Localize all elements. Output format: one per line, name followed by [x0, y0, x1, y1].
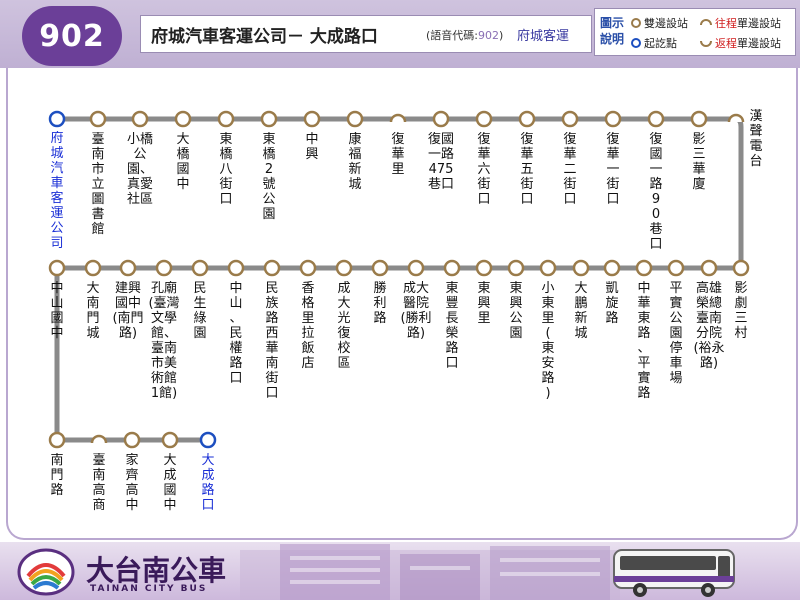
stop-30-label: 香格里拉飯店 [301, 281, 315, 371]
stop-34-label: 孔廟(臺灣文學館、臺南市美術館1館) [148, 281, 180, 401]
stop-18-marker [700, 259, 718, 277]
stop-12-label: 復華二街口 [563, 132, 577, 207]
stop-10-label: 復華六街口 [477, 132, 491, 207]
stop-27-marker [407, 259, 425, 277]
stop-6-marker [303, 110, 321, 128]
stop-8-outbound-marker [389, 113, 407, 123]
stop-11-label: 復華五街口 [520, 132, 534, 207]
stop-42-label: 大成路口 [201, 453, 215, 513]
stop-13-label: 復華一街口 [606, 132, 620, 207]
stop-24-label: 東興公園 [509, 281, 523, 341]
stop-17-label: 影劇三村 [734, 281, 748, 341]
stop-38-marker [48, 431, 66, 449]
stop-22-label: 大鵬新城 [574, 281, 588, 341]
stop-4-marker [217, 110, 235, 128]
stop-9-marker [432, 110, 450, 128]
stop-35-label: 建興國中(南門路) [112, 281, 144, 341]
stop-0-label: 府城汽車客運公司 [50, 131, 64, 251]
stop-11-marker [518, 110, 536, 128]
stop-16-label: 漢聲電台 [749, 109, 763, 169]
stop-14-label: 復國一路90巷口 [649, 132, 663, 252]
stop-21-label: 凱旋路 [605, 281, 619, 326]
stop-24-marker [507, 259, 525, 277]
stop-20-marker [635, 259, 653, 277]
tainan-bus-logo-icon [17, 548, 75, 596]
stop-29-label: 成大光復校區 [337, 281, 351, 371]
stop-5-marker [260, 110, 278, 128]
stop-40-label: 家齊高中 [125, 453, 139, 513]
stop-17-marker [732, 259, 750, 277]
stop-26-label: 東豐長榮路口 [445, 281, 459, 371]
stop-7-marker [346, 110, 364, 128]
stop-38-label: 南門路 [50, 453, 64, 498]
stop-20-label: 中華東路、平實路 [637, 281, 651, 401]
stop-0-terminal-marker [48, 110, 66, 128]
stop-28-marker [371, 259, 389, 277]
stop-34-marker [155, 259, 173, 277]
brand-logo: 大台南公車 TAINAN CITY BUS [16, 546, 248, 598]
stop-31-marker [263, 259, 281, 277]
stop-42-terminal-marker [199, 431, 217, 449]
stop-37-label: 中山國中 [50, 281, 64, 341]
stop-31-label: 民族路西華南街口 [265, 281, 279, 401]
stop-36-label: 大南門城 [86, 281, 100, 341]
stop-19-label: 平實公園停車場 [669, 281, 683, 386]
stop-10-marker [475, 110, 493, 128]
stop-6-label: 中興 [305, 132, 319, 162]
brand-name: 大台南公車 [86, 554, 227, 587]
footer: 大台南公車 TAINAN CITY BUS [0, 542, 800, 600]
stop-2-label: 小橋公園、真愛社區 [126, 132, 153, 207]
stop-33-marker [191, 259, 209, 277]
stop-13-marker [604, 110, 622, 128]
stop-19-marker [667, 259, 685, 277]
stop-39-label: 臺南高商 [92, 453, 106, 513]
stop-29-marker [335, 259, 353, 277]
stop-41-marker [161, 431, 179, 449]
stop-16-outbound-marker [727, 113, 745, 123]
stop-15-label: 影三華廈 [692, 132, 706, 192]
stop-14-marker [647, 110, 665, 128]
stop-12-marker [561, 110, 579, 128]
stop-23-marker [539, 259, 557, 277]
stop-26-marker [443, 259, 461, 277]
stop-1-label: 臺南市立圖書館 [91, 132, 105, 237]
stop-37-marker [48, 259, 66, 277]
stop-35-marker [119, 259, 137, 277]
stop-23-label: 小東里(東安路) [541, 281, 555, 401]
stop-9-label: 復國一路475巷口 [427, 132, 454, 192]
stop-32-label: 中山、民權路口 [229, 281, 243, 386]
stop-32-marker [227, 259, 245, 277]
stop-7-label: 康福新城 [348, 132, 362, 192]
stop-4-label: 東橋八街口 [219, 132, 233, 207]
stop-2-marker [131, 110, 149, 128]
stop-25-marker [475, 259, 493, 277]
stop-15-marker [690, 110, 708, 128]
brand-sub: TAINAN CITY BUS [90, 584, 208, 594]
stop-8-label: 復華里 [391, 132, 405, 177]
stop-25-label: 東興里 [477, 281, 491, 326]
stop-28-label: 勝利路 [373, 281, 387, 326]
stop-3-label: 大橋國中 [176, 132, 190, 192]
stop-41-label: 大成國中 [163, 453, 177, 513]
stop-21-marker [603, 259, 621, 277]
city-skyline-icon [240, 544, 620, 600]
stop-36-marker [84, 259, 102, 277]
stop-22-marker [572, 259, 590, 277]
stop-18-label: 高雄榮總臺南分院(裕永路) [693, 281, 725, 371]
stop-40-marker [123, 431, 141, 449]
stop-39-outbound-marker [90, 434, 108, 444]
stop-33-label: 民生綠園 [193, 281, 207, 341]
bus-icon [613, 549, 735, 597]
stop-1-marker [89, 110, 107, 128]
stop-3-marker [174, 110, 192, 128]
stop-30-marker [299, 259, 317, 277]
stop-27-label: 成大醫院(勝利路) [400, 281, 432, 341]
stop-5-label: 東橋2號公園 [262, 132, 276, 222]
